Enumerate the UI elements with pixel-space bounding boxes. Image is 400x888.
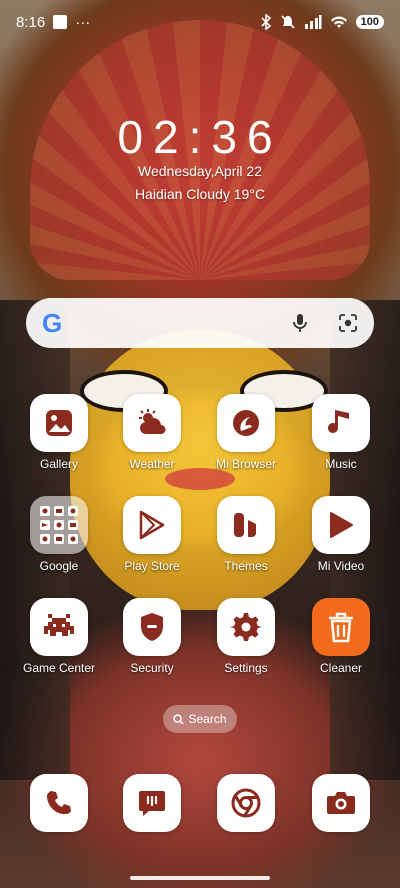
- app-settings[interactable]: Settings: [201, 598, 291, 675]
- chrome-icon: [217, 774, 275, 832]
- dock-messages[interactable]: [107, 774, 197, 832]
- cleaner-icon: [312, 598, 370, 656]
- app-play-store[interactable]: Play Store: [107, 496, 197, 573]
- app-gallery[interactable]: Gallery: [14, 394, 104, 471]
- home-search-label: Search: [188, 712, 227, 726]
- settings-icon: [217, 598, 275, 656]
- clock-widget-weather[interactable]: Haidian Cloudy 19°C: [0, 186, 400, 202]
- status-time: 8:16: [16, 13, 46, 31]
- clock-widget-time[interactable]: 02:36: [0, 110, 400, 164]
- themes-icon: [217, 496, 275, 554]
- app-game-center[interactable]: Game Center: [14, 598, 104, 675]
- mute-icon: [281, 15, 295, 29]
- wallpaper-lips: [165, 468, 235, 490]
- app-music[interactable]: Music: [296, 394, 386, 471]
- gesture-nav-bar[interactable]: [130, 876, 270, 880]
- app-label: Play Store: [124, 559, 180, 573]
- phone-icon: [30, 774, 88, 832]
- google-search-bar[interactable]: G: [26, 298, 374, 348]
- gallery-icon: [30, 394, 88, 452]
- app-label: Gallery: [39, 457, 78, 471]
- dock-camera[interactable]: [296, 774, 386, 832]
- browser-icon: [217, 394, 275, 452]
- google-lens-icon[interactable]: [338, 313, 358, 333]
- wifi-icon: [330, 16, 347, 28]
- notification-square-icon: [53, 15, 68, 29]
- weather-icon: [123, 394, 181, 452]
- app-themes[interactable]: Themes: [201, 496, 291, 573]
- camera-icon: [312, 774, 370, 832]
- app-google-folder[interactable]: Google: [14, 496, 104, 573]
- status-more: ···: [75, 13, 91, 31]
- app-label: Google: [39, 559, 79, 573]
- app-mi-video[interactable]: Mi Video: [296, 496, 386, 573]
- search-icon: [173, 713, 185, 725]
- messages-icon: [123, 774, 181, 832]
- dock-phone[interactable]: [14, 774, 104, 832]
- app-label: Mi Video: [317, 559, 365, 573]
- app-security[interactable]: Security: [107, 598, 197, 675]
- app-label: Mi Browser: [215, 457, 276, 471]
- security-icon: [123, 598, 181, 656]
- home-search-button[interactable]: Search: [163, 705, 237, 733]
- google-folder-icon: [30, 496, 88, 554]
- bluetooth-icon: [261, 14, 271, 30]
- microphone-icon[interactable]: [290, 313, 310, 333]
- app-label: Security: [130, 661, 174, 675]
- app-label: Music: [325, 457, 357, 471]
- music-icon: [312, 394, 370, 452]
- app-label: Cleaner: [319, 661, 363, 675]
- dock: [0, 774, 400, 834]
- google-logo-icon: G: [42, 307, 63, 338]
- app-label: Themes: [224, 559, 268, 573]
- app-weather[interactable]: Weather: [107, 394, 197, 471]
- play-store-icon: [123, 496, 181, 554]
- battery-indicator: 100: [355, 15, 384, 29]
- app-label: Settings: [224, 661, 268, 675]
- video-icon: [312, 496, 370, 554]
- app-mi-browser[interactable]: Mi Browser: [201, 394, 291, 471]
- app-label: Weather: [129, 457, 175, 471]
- app-cleaner[interactable]: Cleaner: [296, 598, 386, 675]
- clock-widget-date[interactable]: Wednesday,April 22: [0, 163, 400, 179]
- game-center-icon: [30, 598, 88, 656]
- dock-chrome[interactable]: [201, 774, 291, 832]
- signal-icon: [304, 15, 322, 29]
- app-label: Game Center: [22, 661, 96, 675]
- status-bar: 8:16 ··· 100: [0, 0, 400, 44]
